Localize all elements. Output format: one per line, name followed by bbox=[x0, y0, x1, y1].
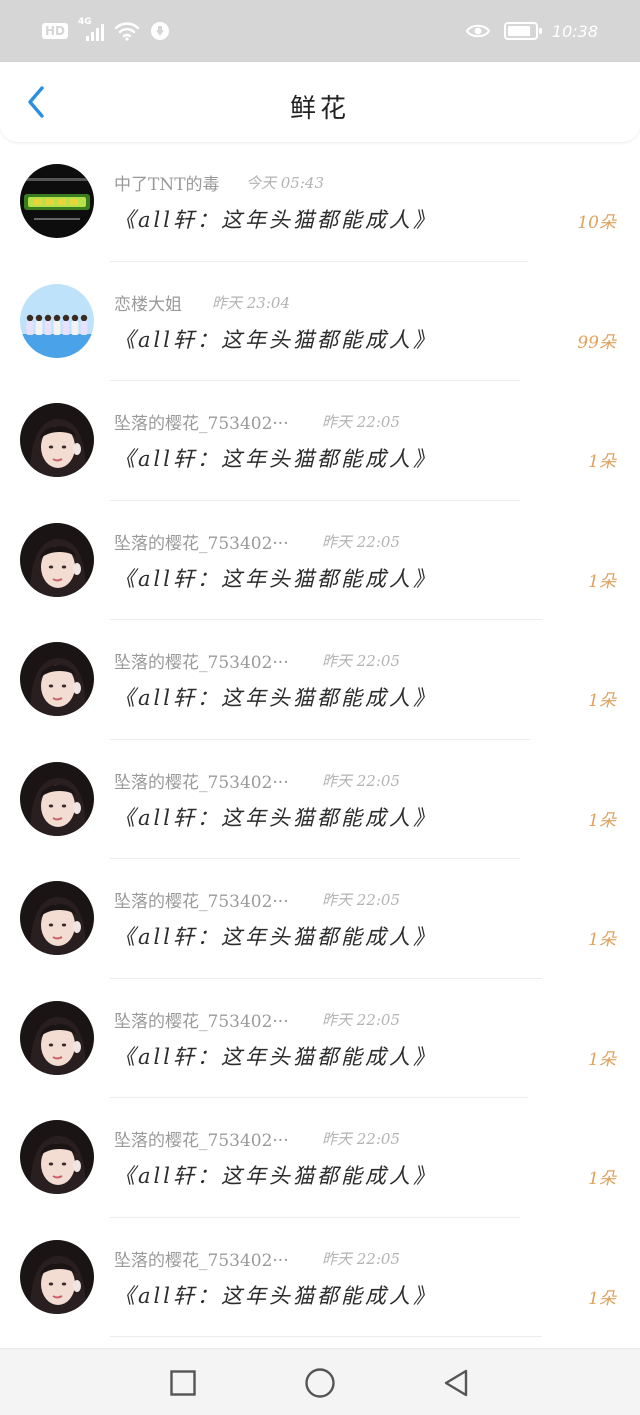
timestamp: 昨天 22:05 bbox=[322, 771, 400, 790]
home-icon bbox=[305, 1368, 335, 1398]
flower-count: 10朵 bbox=[577, 213, 616, 233]
flower-count: 1朵 bbox=[588, 691, 616, 711]
sender-name[interactable]: 坠落的樱花_753402··· bbox=[114, 648, 289, 673]
sender-name[interactable]: 坠落的樱花_753402··· bbox=[114, 1126, 289, 1151]
book-title: 《all轩：这年头猫都能成人》 bbox=[114, 925, 437, 949]
list-item[interactable]: 坠落的樱花_753402··· 昨天 22:05 《all轩：这年头猫都能成人》 1朵 bbox=[0, 740, 640, 859]
timestamp: 今天 05:43 bbox=[246, 174, 324, 192]
book-title: 《all轩：这年头猫都能成人》 bbox=[114, 447, 437, 471]
list-item[interactable]: 坠落的樱花_753402··· 昨天 22:05 《all轩：这年头猫都能成人》 1朵 bbox=[0, 381, 640, 501]
sender-name[interactable]: 坠落的樱花_753402··· bbox=[114, 1246, 289, 1271]
row-divider bbox=[110, 1336, 542, 1337]
avatar[interactable] bbox=[20, 642, 94, 716]
timestamp: 昨天 22:05 bbox=[322, 1249, 400, 1268]
avatar[interactable] bbox=[20, 522, 94, 597]
sender-name[interactable]: 恋楼大姐 bbox=[114, 290, 182, 315]
list-item[interactable]: 中了TNT的毒 今天 05:43 《all轩：这年头猫都能成人》 10朵 bbox=[0, 142, 640, 262]
avatar[interactable] bbox=[20, 403, 94, 477]
book-title: 《all轩：这年头猫都能成人》 bbox=[114, 1283, 437, 1308]
list-item[interactable]: 坠落的樱花_753402··· 昨天 22:05 《all轩：这年头猫都能成人》 1朵 bbox=[0, 620, 640, 740]
sender-name[interactable]: 坠落的樱花_753402··· bbox=[114, 887, 289, 912]
timestamp: 昨天 22:05 bbox=[322, 652, 400, 670]
flower-count: 1朵 bbox=[588, 1049, 616, 1070]
book-title: 《all轩：这年头猫都能成人》 bbox=[114, 566, 437, 591]
avatar[interactable] bbox=[20, 761, 94, 836]
status-time: 10:38 bbox=[551, 21, 598, 41]
list-item[interactable]: 坠落的樱花_753402··· 昨天 22:05 《all轩：这年头猫都能成人》 1朵 bbox=[0, 979, 640, 1098]
flower-count: 99朵 bbox=[577, 332, 616, 353]
back-triangle-icon bbox=[444, 1369, 468, 1397]
list-item[interactable]: 坠落的樱花_753402··· 昨天 22:05 《all轩：这年头猫都能成人》 1朵 bbox=[0, 501, 640, 620]
back-nav-button[interactable] bbox=[440, 1367, 472, 1399]
navigation-bar bbox=[0, 1348, 640, 1415]
avatar[interactable] bbox=[20, 1120, 94, 1194]
avatar[interactable] bbox=[20, 1000, 94, 1075]
avatar[interactable] bbox=[20, 283, 94, 358]
list-item[interactable]: 坠落的樱花_753402··· 昨天 22:05 《all轩：这年头猫都能成人》 1朵 bbox=[0, 859, 640, 979]
recent-apps-icon bbox=[170, 1370, 196, 1396]
notification-icon bbox=[151, 22, 170, 40]
sender-name[interactable]: 坠落的樱花_753402··· bbox=[114, 1007, 289, 1032]
book-title: 《all轩：这年头猫都能成人》 bbox=[114, 208, 437, 232]
timestamp: 昨天 22:05 bbox=[322, 891, 400, 909]
recent-apps-button[interactable] bbox=[167, 1367, 199, 1399]
flower-count: 1朵 bbox=[588, 810, 616, 831]
timestamp: 昨天 23:04 bbox=[212, 293, 290, 312]
sender-name[interactable]: 中了TNT的毒 bbox=[114, 170, 220, 195]
battery-icon bbox=[503, 22, 542, 40]
avatar[interactable] bbox=[20, 881, 94, 955]
timestamp: 昨天 22:05 bbox=[322, 1130, 400, 1148]
status-left: HD 4G bbox=[42, 17, 170, 41]
hd-badge: HD bbox=[42, 23, 69, 39]
status-right: 10:38 bbox=[465, 21, 598, 41]
flower-count: 1朵 bbox=[588, 930, 616, 950]
book-title: 《all轩：这年头猫都能成人》 bbox=[114, 1044, 437, 1069]
flower-count: 1朵 bbox=[588, 1288, 616, 1309]
sender-name[interactable]: 坠落的樱花_753402··· bbox=[114, 529, 289, 554]
book-title: 《all轩：这年头猫都能成人》 bbox=[114, 686, 437, 710]
wifi-icon bbox=[114, 22, 140, 41]
flower-count: 1朵 bbox=[588, 1169, 616, 1189]
timestamp: 昨天 22:05 bbox=[322, 1010, 400, 1029]
list-item[interactable]: 恋楼大姐 昨天 23:04 《all轩：这年头猫都能成人》 99朵 bbox=[0, 262, 640, 381]
header: 鲜花 bbox=[0, 62, 640, 142]
avatar[interactable] bbox=[20, 164, 94, 238]
signal-icon: 4G bbox=[78, 17, 105, 41]
flower-list: 中了TNT的毒 今天 05:43 《all轩：这年头猫都能成人》 10朵 恋楼大姐 昨天 … bbox=[0, 142, 640, 1337]
book-title: 《all轩：这年头猫都能成人》 bbox=[114, 805, 437, 830]
page-title: 鲜花 bbox=[289, 94, 350, 124]
list-item[interactable]: 坠落的樱花_753402··· 昨天 22:05 《all轩：这年头猫都能成人》 1朵 bbox=[0, 1218, 640, 1337]
list-item[interactable]: 坠落的樱花_753402··· 昨天 22:05 《all轩：这年头猫都能成人》 1朵 bbox=[0, 1098, 640, 1218]
timestamp: 昨天 22:05 bbox=[322, 532, 400, 551]
timestamp: 昨天 22:05 bbox=[322, 413, 400, 431]
flower-count: 1朵 bbox=[588, 571, 616, 592]
status-bar: HD 4G 10:38 bbox=[0, 0, 640, 62]
avatar[interactable] bbox=[20, 1239, 94, 1314]
sender-name[interactable]: 坠落的樱花_753402··· bbox=[114, 768, 289, 793]
flower-count: 1朵 bbox=[588, 452, 616, 472]
sender-name[interactable]: 坠落的樱花_753402··· bbox=[114, 409, 289, 434]
book-title: 《all轩：这年头猫都能成人》 bbox=[114, 1164, 437, 1188]
home-button[interactable] bbox=[304, 1367, 336, 1399]
eye-icon bbox=[465, 24, 490, 38]
book-title: 《all轩：这年头猫都能成人》 bbox=[114, 327, 437, 352]
